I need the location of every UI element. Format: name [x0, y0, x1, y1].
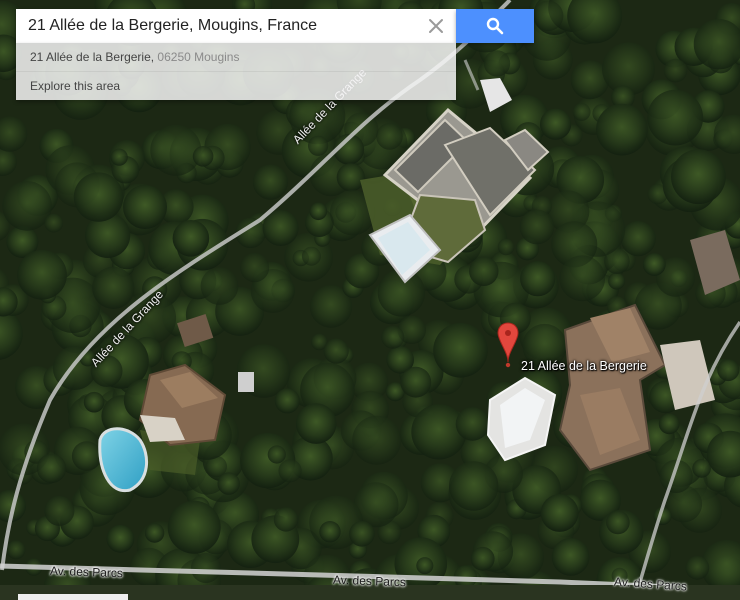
close-icon[interactable]: [424, 14, 448, 38]
suggestion-address[interactable]: 21 Allée de la Bergerie, 06250 Mougins: [16, 43, 456, 71]
suggestion-address-secondary: 06250 Mougins: [157, 50, 240, 64]
search-box: [16, 9, 456, 43]
suggestion-list: 21 Allée de la Bergerie, 06250 Mougins E…: [16, 43, 456, 100]
search-input[interactable]: [16, 9, 416, 43]
map-pin-icon[interactable]: [497, 322, 519, 368]
marker-label[interactable]: 21 Allée de la Bergerie: [521, 359, 647, 373]
suggestion-explore-area[interactable]: Explore this area: [16, 71, 456, 100]
search-button[interactable]: [456, 9, 534, 43]
search-icon: [486, 17, 504, 35]
suggestion-explore-label: Explore this area: [30, 79, 121, 93]
suggestion-address-main: 21 Allée de la Bergerie,: [30, 50, 158, 64]
map-control-corner[interactable]: [18, 594, 128, 600]
road-label-av-des-parcs-left: Av. des Parcs: [49, 563, 124, 581]
road-label-av-des-parcs-center: Av. des Parcs: [332, 572, 407, 590]
